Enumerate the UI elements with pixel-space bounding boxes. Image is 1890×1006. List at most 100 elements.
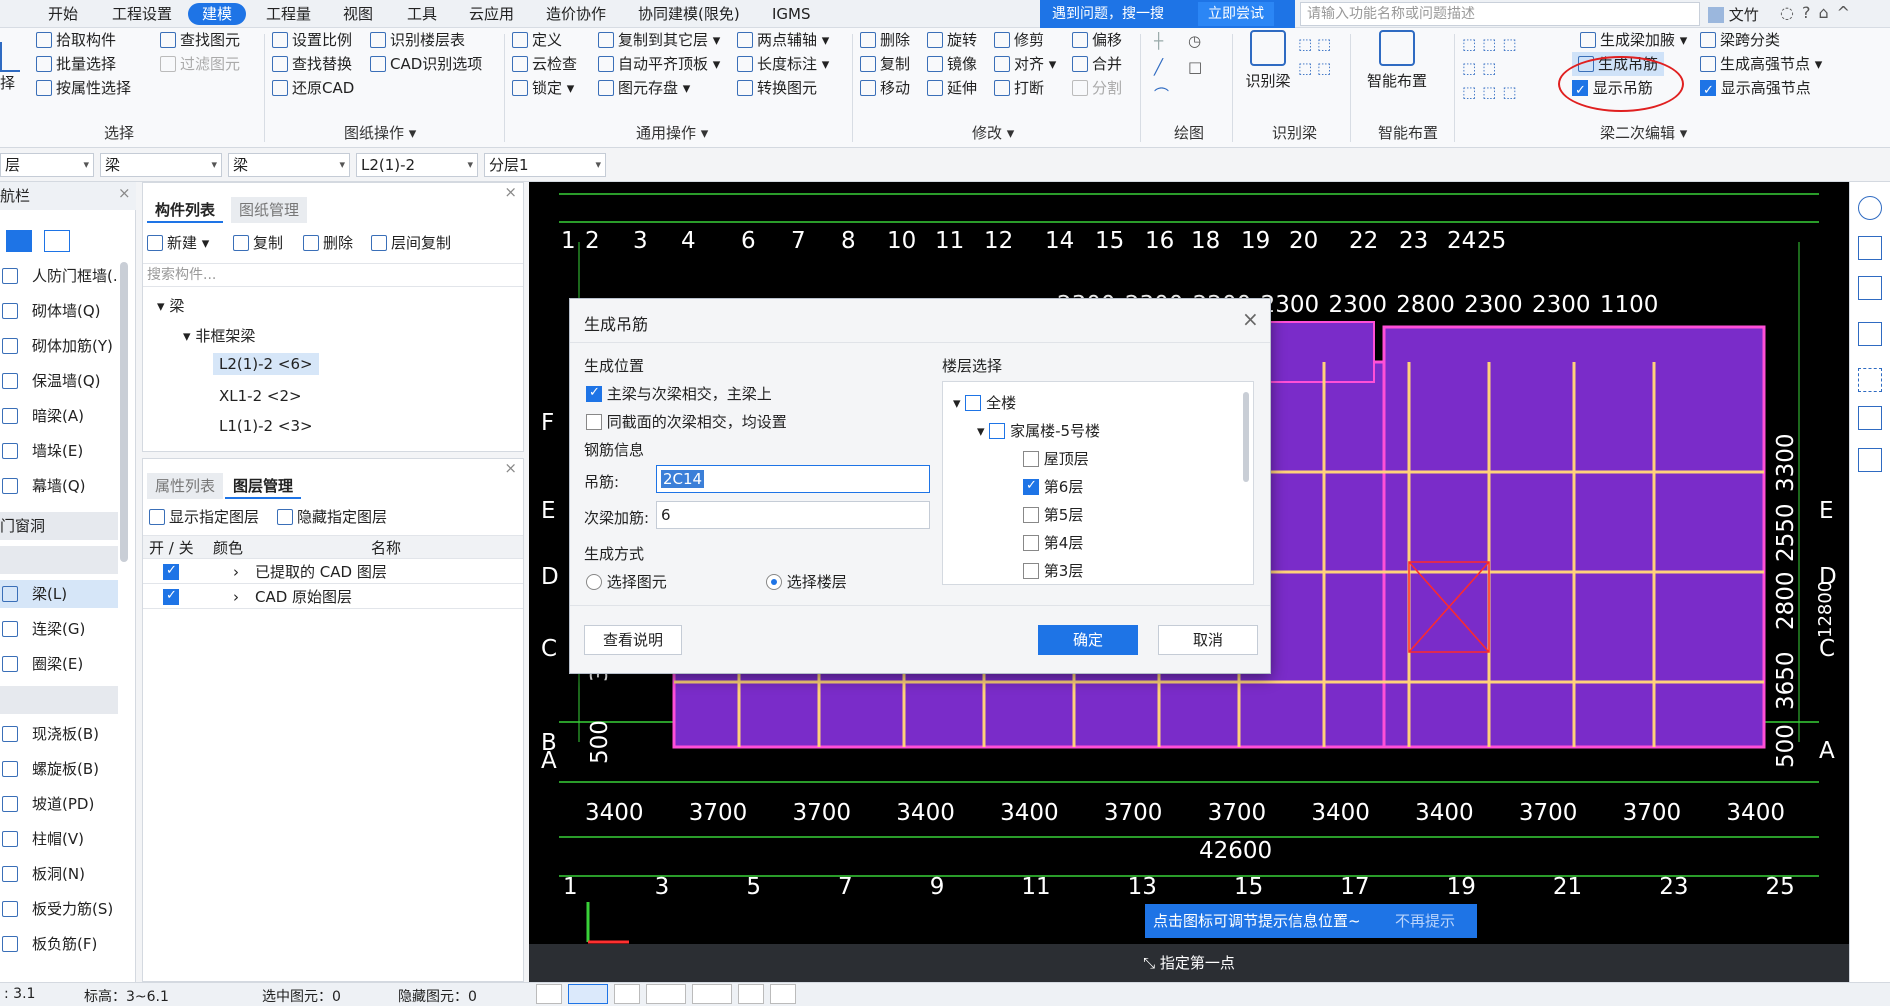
nav-section-door[interactable]: 门窗洞 — [0, 512, 118, 540]
component-select[interactable]: L2(1)-2 — [356, 153, 478, 177]
beam-tool-icon-2[interactable]: ⬚ ⬚ — [1298, 56, 1331, 80]
tree-root-beam[interactable]: ▾ 梁 — [157, 295, 184, 316]
cube-solid-icon[interactable] — [1858, 322, 1882, 346]
help-button[interactable]: 查看说明 — [584, 625, 682, 655]
show-hs-node-checkbox[interactable] — [1700, 79, 1716, 103]
angle-icon[interactable] — [646, 984, 686, 1004]
beam-edit-icon-row-2[interactable]: ⬚⬚ — [1462, 56, 1523, 80]
break-button[interactable]: 打断 — [994, 76, 1044, 100]
restore-cad-button[interactable]: 还原CAD — [272, 76, 354, 100]
cube-icon[interactable] — [1858, 276, 1882, 300]
beam-edit-icon-row-1[interactable]: ⬚⬚⬚ — [1462, 32, 1523, 56]
dialog-close-icon[interactable]: × — [1242, 307, 1259, 331]
two-point-axis-button[interactable]: 两点辅轴 ▾ — [737, 28, 829, 52]
hanger-input[interactable]: 2C14 — [656, 465, 930, 493]
tab-property-list[interactable]: 属性列表 — [147, 473, 224, 499]
user-area[interactable]: 文竹 — [1708, 4, 1759, 25]
floor-building[interactable]: ▾ 家属楼-5号楼 — [977, 420, 1100, 441]
menu-collab-modeling[interactable]: 协同建模(限免) — [638, 3, 740, 25]
hint-try-button[interactable]: 立即尝试 — [1198, 2, 1274, 26]
filter-element-button[interactable]: 过滤图元 — [160, 52, 240, 76]
nav-section-beam[interactable] — [0, 546, 118, 574]
recognize-floor-table-button[interactable]: 识别楼层表 — [370, 28, 465, 52]
save-element-button[interactable]: 图元存盘 ▾ — [598, 76, 690, 100]
floor-building-checkbox[interactable] — [989, 423, 1006, 439]
copy-component-button[interactable]: 复制 — [233, 231, 283, 255]
floor-5[interactable]: 第5层 — [1023, 504, 1083, 525]
nav-coupling-beam[interactable]: 连梁(G) — [0, 615, 118, 643]
tree-view-icon[interactable] — [44, 230, 70, 252]
fit-view-icon[interactable] — [1858, 368, 1882, 392]
tree-group-non-frame[interactable]: ▾ 非框架梁 — [183, 325, 255, 346]
clock-icon[interactable]: ◷ — [1188, 32, 1201, 50]
layer-visible-checkbox[interactable] — [163, 563, 179, 580]
delete-component-button[interactable]: 删除 — [303, 231, 353, 255]
nav-insulation-wall[interactable]: 保温墙(Q) — [0, 367, 118, 395]
view-3d-icon[interactable] — [1858, 236, 1882, 260]
layer-row[interactable]: › 已提取的 CAD 图层 — [143, 560, 523, 584]
menu-cloud[interactable]: 云应用 — [469, 3, 514, 25]
orbit-icon[interactable] — [1858, 196, 1882, 220]
plus-icon[interactable] — [692, 984, 732, 1004]
type-select[interactable]: 梁 — [228, 153, 350, 177]
function-search-input[interactable]: 请输入功能名称或问题描述 — [1300, 2, 1700, 26]
menu-quantity[interactable]: 工程量 — [266, 3, 311, 25]
mirror-button[interactable]: 镜像 — [927, 52, 977, 76]
beam-tool-icon-1[interactable]: ⬚ ⬚ — [1298, 32, 1331, 56]
delete-button[interactable]: 删除 — [860, 28, 910, 52]
rect-icon[interactable]: □ — [1188, 58, 1202, 76]
ortho-icon[interactable] — [536, 984, 562, 1004]
cross-icon[interactable] — [614, 984, 640, 1004]
layer-expand-icon[interactable]: › — [233, 560, 239, 584]
nav-masonry-rebar[interactable]: 砌体加筋(Y) — [0, 332, 118, 360]
select-big-button[interactable]: 择 — [0, 42, 20, 93]
stirrup-input[interactable]: 6 — [656, 501, 930, 529]
floor-roof[interactable]: 屋顶层 — [1023, 448, 1089, 469]
arc-icon[interactable]: ⌒ — [1154, 84, 1169, 105]
nav-hidden-beam[interactable]: 暗梁(A) — [0, 402, 118, 430]
nav-section-slab[interactable] — [0, 686, 118, 714]
layer-panel-close-icon[interactable]: × — [504, 459, 517, 477]
layer-visible-checkbox[interactable] — [163, 588, 179, 605]
menu-igms[interactable]: IGMS — [772, 3, 811, 25]
menu-project-settings[interactable]: 工程设置 — [112, 3, 172, 25]
trim-button[interactable]: 修剪 — [994, 28, 1044, 52]
tab-component-list[interactable]: 构件列表 — [147, 197, 224, 223]
nav-slab-main-rebar[interactable]: 板受力筋(S) — [0, 895, 118, 923]
floor-roof-checkbox[interactable] — [1023, 451, 1039, 467]
floor-copy-button[interactable]: 层间复制 — [371, 231, 451, 255]
menu-tools[interactable]: 工具 — [407, 3, 437, 25]
smart-layout-button[interactable]: 智能布置 — [1362, 30, 1432, 91]
ok-button[interactable]: 确定 — [1038, 625, 1138, 655]
option-main-beam-checkbox[interactable] — [586, 385, 602, 402]
split-button[interactable]: 分割 — [1072, 76, 1122, 100]
nav-ring-beam[interactable]: 圈梁(E) — [0, 650, 118, 678]
menu-modeling[interactable]: 建模 — [188, 3, 247, 25]
nav-scrollbar[interactable] — [120, 262, 128, 562]
layer-toggle-icon[interactable] — [738, 984, 764, 1004]
nav-cast-slab[interactable]: 现浇板(B) — [0, 720, 118, 748]
define-button[interactable]: 定义 — [512, 28, 562, 52]
floor-3-checkbox[interactable] — [1023, 563, 1039, 579]
beam-edit-icon-row-3[interactable]: ⬚⬚⬚ — [1462, 80, 1523, 104]
nav-slab-hole[interactable]: 板洞(N) — [0, 860, 118, 888]
panel-close-icon[interactable]: × — [504, 183, 517, 201]
select-by-attr-button[interactable]: 按属性选择 — [36, 76, 131, 100]
floor-tree-scrollbar[interactable] — [1243, 392, 1249, 482]
length-dimension-button[interactable]: 长度标注 ▾ — [737, 52, 829, 76]
line-icon[interactable]: ╱ — [1154, 58, 1163, 76]
option-same-section-checkbox[interactable] — [586, 414, 602, 430]
option-main-beam[interactable]: 主梁与次梁相交，主梁上 — [586, 383, 772, 404]
floor-5-checkbox[interactable] — [1023, 507, 1039, 523]
category-select[interactable]: 梁 — [100, 153, 222, 177]
layer-row[interactable]: › CAD 原始图层 — [143, 585, 523, 609]
method-select-element[interactable]: 选择图元 — [586, 571, 667, 592]
floor-4-checkbox[interactable] — [1023, 535, 1039, 551]
recognize-beam-button[interactable]: 识别梁 — [1238, 30, 1298, 91]
chat-icon[interactable]: ◌ — [1780, 3, 1802, 22]
show-layer-button[interactable]: 显示指定图层 — [149, 505, 259, 529]
shirt-icon[interactable]: ⌂ — [1818, 3, 1836, 22]
show-hs-node-toggle[interactable]: 显示高强节点 — [1700, 76, 1811, 103]
pin-icon[interactable]: ⤡ — [1143, 954, 1160, 972]
measure-icon[interactable] — [770, 984, 796, 1004]
